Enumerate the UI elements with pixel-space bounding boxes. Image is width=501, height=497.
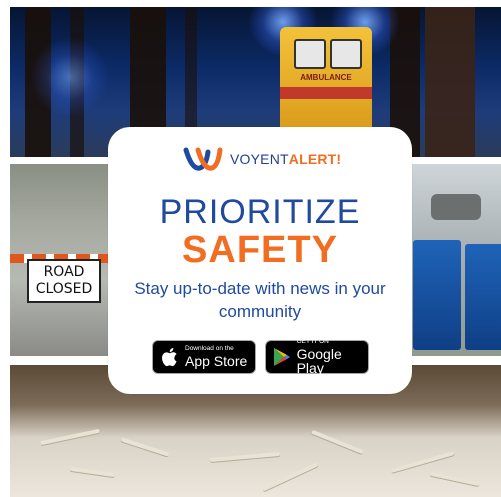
recycling-bin <box>413 240 461 350</box>
google-play-button[interactable]: GET IT ON Google Play <box>265 338 369 376</box>
google-play-small-text: GET IT ON <box>296 338 329 346</box>
app-store-button[interactable]: Download on the App Store <box>152 340 256 374</box>
brand-logo: VOYENTALERT! <box>182 144 341 174</box>
promo-card: VOYENTALERT! PRIORITIZE SAFETY Stay up-t… <box>108 127 412 394</box>
app-store-small-text: Download on the <box>185 345 234 353</box>
ambulance-vehicle: AMBULANCE <box>280 27 372 135</box>
voyent-logo-icon <box>183 147 223 171</box>
brand-name-primary: VOYENT <box>230 151 289 167</box>
headline-line2: SAFETY <box>182 229 338 271</box>
brand-name-accent: ALERT! <box>288 151 342 167</box>
road-closed-photo: ROAD CLOSED <box>10 164 110 356</box>
headline-line1: PRIORITIZE <box>159 193 361 231</box>
recycling-bins-photo <box>411 164 501 356</box>
recycling-bin <box>465 244 501 350</box>
google-play-big-text: Google Play <box>296 345 342 376</box>
brand-name: VOYENTALERT! <box>230 151 341 167</box>
ambulance-label: AMBULANCE <box>300 73 352 82</box>
road-sign-line1: ROAD <box>43 264 85 280</box>
road-sign-line2: CLOSED <box>35 281 93 297</box>
parked-car <box>431 194 481 220</box>
tagline: Stay up-to-date with news in your commun… <box>134 279 386 321</box>
app-store-big-text: App Store <box>185 352 248 369</box>
road-closed-sign: ROAD CLOSED <box>27 259 101 303</box>
play-icon <box>272 346 293 368</box>
apple-icon <box>159 346 181 368</box>
